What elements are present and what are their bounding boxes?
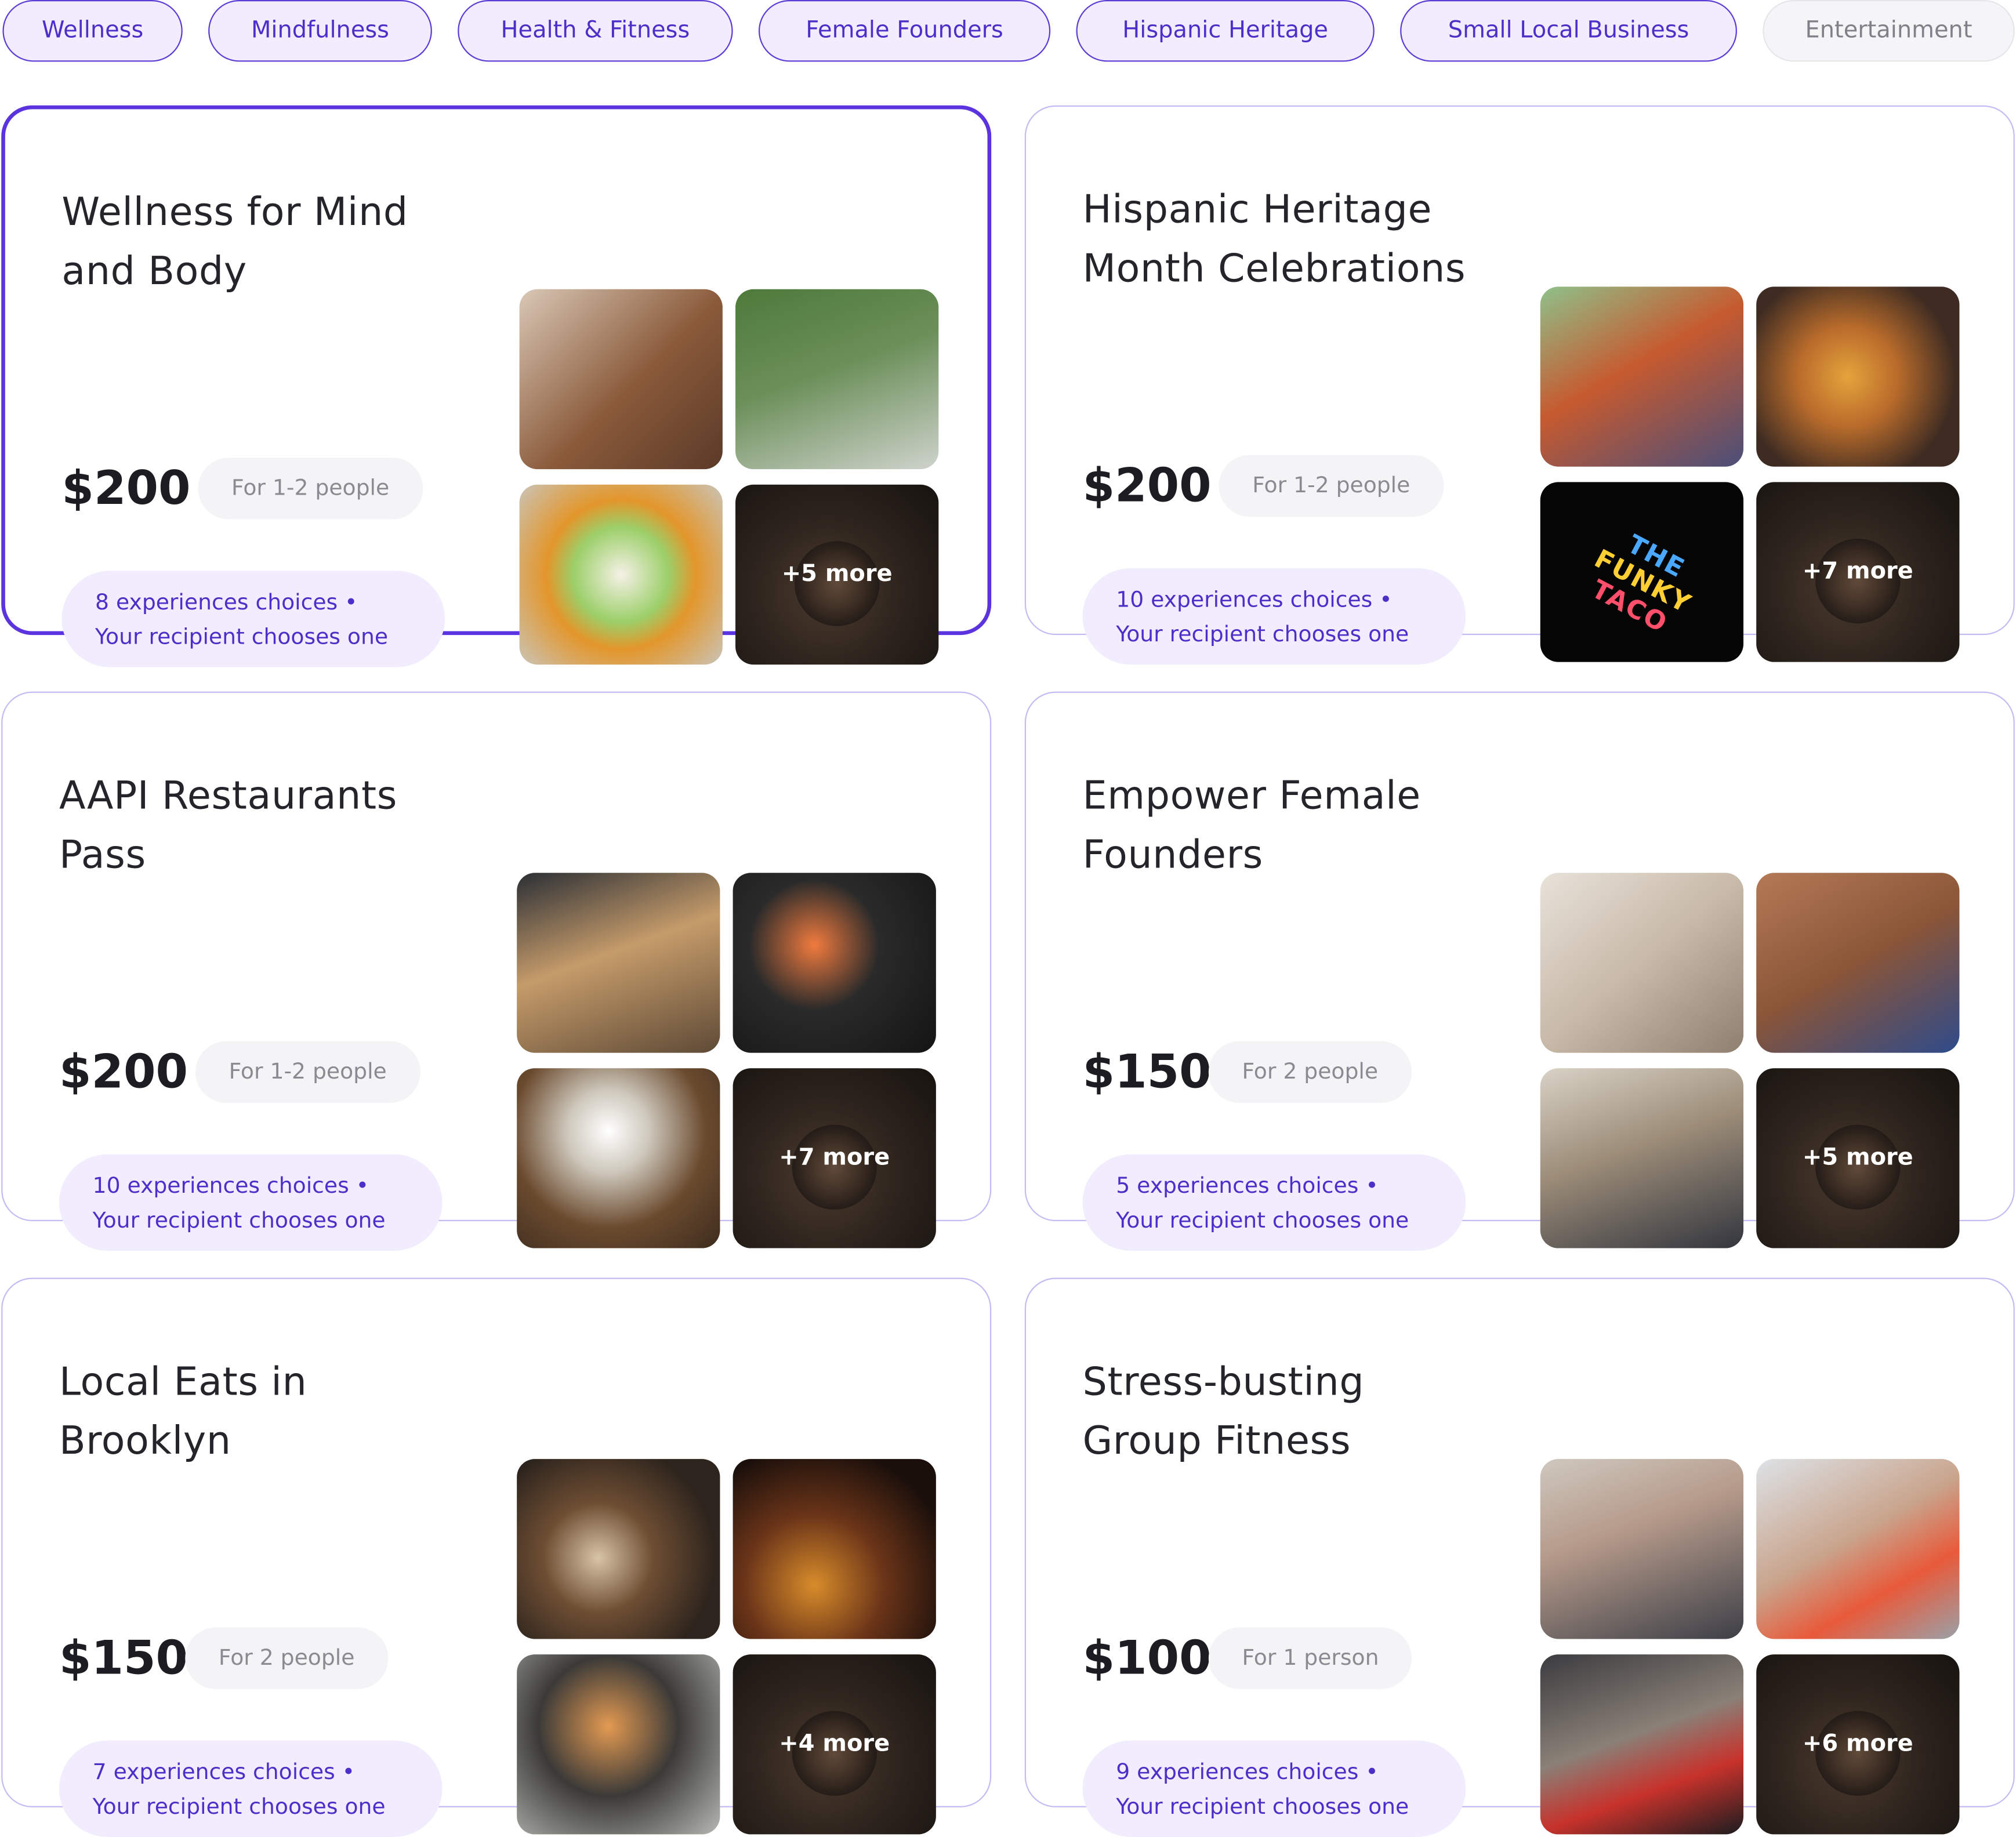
photo-bao-buns xyxy=(517,873,720,1053)
filter-chip-mindfulness[interactable]: Mindfulness xyxy=(208,0,432,62)
experiences-count: 5 experiences choices • xyxy=(1116,1173,1379,1200)
experiences-badge: 9 experiences choices • Your recipient c… xyxy=(1082,1740,1466,1837)
recipient-chooses-text: Your recipient chooses one xyxy=(1116,1794,1409,1821)
people-badge: For 1-2 people xyxy=(1219,455,1444,517)
experiences-badge: 5 experiences choices • Your recipient c… xyxy=(1082,1154,1466,1251)
photo-noodles-sashimi xyxy=(517,1654,720,1835)
neon-sign-text: THE FUNKY TACO xyxy=(1586,528,1697,639)
filter-chip-small-local-business[interactable]: Small Local Business xyxy=(1400,0,1737,62)
experience-card-hispanic-heritage[interactable]: Hispanic Heritage Month Celebrations $20… xyxy=(1024,105,2015,665)
experience-card-aapi-restaurants[interactable]: AAPI Restaurants Pass $200 For 1-2 peopl… xyxy=(1,691,992,1251)
photo-baking-class xyxy=(1540,1068,1744,1248)
experiences-count: 7 experiences choices • xyxy=(92,1759,355,1786)
filter-chip-female-founders[interactable]: Female Founders xyxy=(758,0,1051,62)
photo-burger-beer xyxy=(733,1459,936,1639)
experiences-badge: 10 experiences choices • Your recipient … xyxy=(59,1154,443,1251)
photo-latte-art xyxy=(517,1459,720,1639)
more-photos-tile[interactable]: +7 more xyxy=(733,1068,936,1248)
photo-mariachi-band xyxy=(1540,286,1744,467)
card-price: $150 xyxy=(1082,1046,1212,1099)
card-title: Local Eats in Brooklyn xyxy=(59,1360,307,1464)
card-price: $150 xyxy=(59,1632,188,1686)
more-count-label: +4 more xyxy=(779,1730,890,1758)
photo-gallery: +5 more xyxy=(519,289,939,665)
recipient-chooses-text: Your recipient chooses one xyxy=(1116,1208,1409,1235)
photo-gallery: THE FUNKY TACO +7 more xyxy=(1540,286,1960,662)
photo-trx-training xyxy=(1540,1654,1744,1835)
experiences-count: 10 experiences choices • xyxy=(1116,587,1393,613)
card-title: Wellness for Mind and Body xyxy=(61,190,408,295)
more-count-label: +7 more xyxy=(1802,558,1913,585)
people-badge: For 1-2 people xyxy=(198,458,423,520)
more-count-label: +5 more xyxy=(1802,1143,1913,1171)
experiences-count: 8 experiences choices • xyxy=(95,590,358,616)
photo-rice-dishes xyxy=(517,1068,720,1248)
recipient-chooses-text: Your recipient chooses one xyxy=(1116,622,1409,648)
people-badge: For 2 people xyxy=(185,1627,389,1689)
photo-sushi xyxy=(733,873,936,1053)
card-title: Hispanic Heritage Month Celebrations xyxy=(1082,187,1466,292)
more-count-label: +6 more xyxy=(1802,1730,1913,1758)
card-title: Stress-busting Group Fitness xyxy=(1082,1360,1365,1464)
photo-salad xyxy=(519,484,723,665)
photo-spa-bath xyxy=(519,289,723,470)
experience-card-group-fitness[interactable]: Stress-busting Group Fitness $100 For 1 … xyxy=(1024,1277,2015,1837)
experiences-badge: 10 experiences choices • Your recipient … xyxy=(1082,568,1466,665)
photo-group-meditation xyxy=(735,289,939,470)
more-photos-tile[interactable]: +5 more xyxy=(735,484,939,665)
filter-chip-hispanic-heritage[interactable]: Hispanic Heritage xyxy=(1076,0,1375,62)
more-photos-tile[interactable]: +5 more xyxy=(1756,1068,1960,1248)
card-price: $200 xyxy=(59,1046,188,1099)
filter-chip-bar: Wellness Mindfulness Health & Fitness Fe… xyxy=(0,0,2016,67)
experiences-badge: 8 experiences choices • Your recipient c… xyxy=(61,571,445,667)
card-price: $100 xyxy=(1082,1632,1212,1686)
photo-gallery: +4 more xyxy=(517,1459,936,1835)
more-photos-tile[interactable]: +7 more xyxy=(1756,482,1960,662)
photo-group-workout xyxy=(1540,1459,1744,1639)
photo-neon-sign: THE FUNKY TACO xyxy=(1540,482,1744,662)
card-price: $200 xyxy=(1082,460,1212,513)
more-count-label: +5 more xyxy=(781,560,893,588)
photo-facial-massage xyxy=(1756,873,1960,1053)
experiences-badge: 7 experiences choices • Your recipient c… xyxy=(59,1740,443,1837)
experience-card-wellness[interactable]: Wellness for Mind and Body $200 For 1-2 … xyxy=(1,105,992,667)
photo-taco xyxy=(1756,286,1960,467)
recipient-chooses-text: Your recipient chooses one xyxy=(92,1208,386,1235)
photo-kitchen-friends xyxy=(1540,873,1744,1053)
filter-chip-wellness[interactable]: Wellness xyxy=(2,0,183,62)
people-badge: For 1 person xyxy=(1208,1627,1413,1689)
recipient-chooses-text: Your recipient chooses one xyxy=(95,625,389,651)
filter-chip-health-fitness[interactable]: Health & Fitness xyxy=(458,0,733,62)
card-price: $200 xyxy=(61,463,191,515)
experiences-count: 10 experiences choices • xyxy=(92,1173,369,1200)
people-badge: For 1-2 people xyxy=(195,1041,420,1103)
card-title: Empower Female Founders xyxy=(1082,774,1421,878)
photo-gallery: +5 more xyxy=(1540,873,1960,1248)
more-photos-tile[interactable]: +6 more xyxy=(1756,1654,1960,1835)
recipient-chooses-text: Your recipient chooses one xyxy=(92,1794,386,1821)
filter-chip-entertainment[interactable]: Entertainment xyxy=(1763,0,2015,62)
people-badge: For 2 people xyxy=(1208,1041,1412,1103)
experience-card-local-eats-brooklyn[interactable]: Local Eats in Brooklyn $150 For 2 people… xyxy=(1,1277,992,1837)
photo-battle-ropes xyxy=(1756,1459,1960,1639)
photo-gallery: +7 more xyxy=(517,873,936,1248)
gift-catalog: Wellness Mindfulness Health & Fitness Fe… xyxy=(0,0,2016,1837)
more-photos-tile[interactable]: +4 more xyxy=(733,1654,936,1835)
more-count-label: +7 more xyxy=(779,1143,890,1171)
experiences-count: 9 experiences choices • xyxy=(1116,1759,1379,1786)
experience-card-female-founders[interactable]: Empower Female Founders $150 For 2 peopl… xyxy=(1024,691,2015,1251)
photo-gallery: +6 more xyxy=(1540,1459,1960,1835)
card-title: AAPI Restaurants Pass xyxy=(59,774,398,878)
